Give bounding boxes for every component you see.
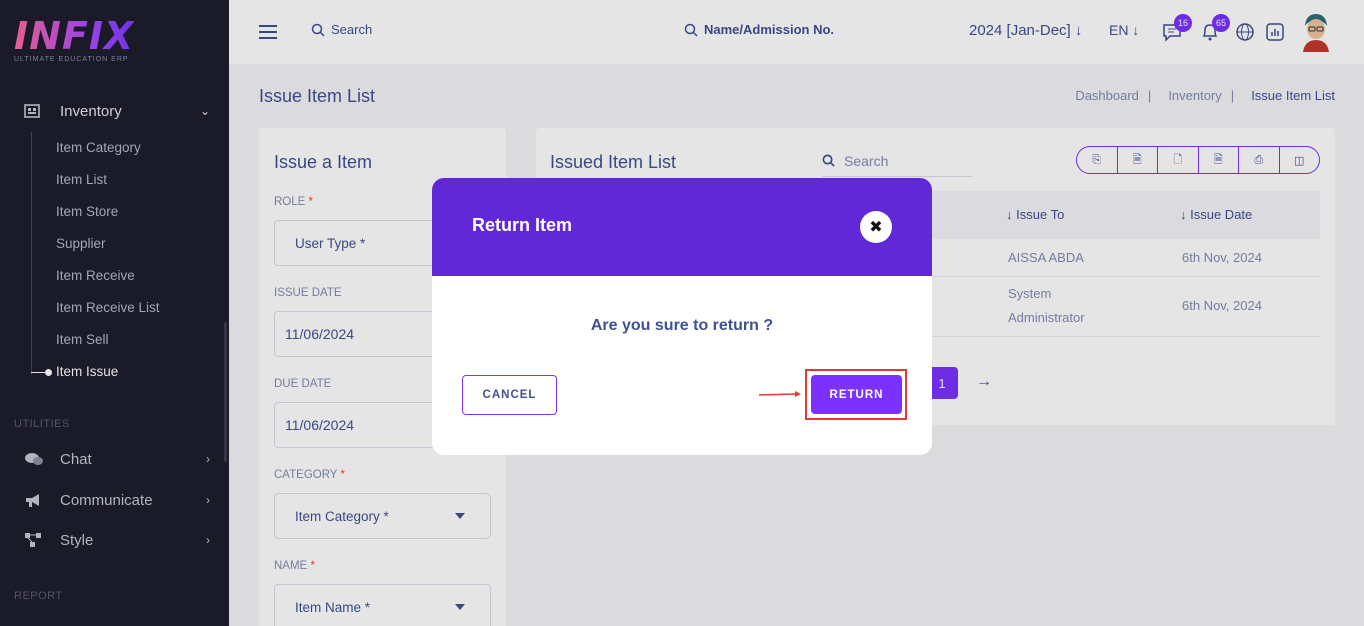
close-icon: ✖ <box>869 219 883 236</box>
pointer-arrow-icon <box>759 391 801 397</box>
return-item-modal: Return Item ✖ Are you sure to return ? C… <box>432 178 932 455</box>
close-button[interactable]: ✖ <box>860 211 892 243</box>
modal-title: Return Item <box>472 215 573 235</box>
return-button[interactable]: RETURN <box>811 375 902 414</box>
modal-header: Return Item ✖ <box>432 178 932 276</box>
cancel-button[interactable]: CANCEL <box>462 375 557 415</box>
confirm-question: Are you sure to return ? <box>590 317 774 334</box>
